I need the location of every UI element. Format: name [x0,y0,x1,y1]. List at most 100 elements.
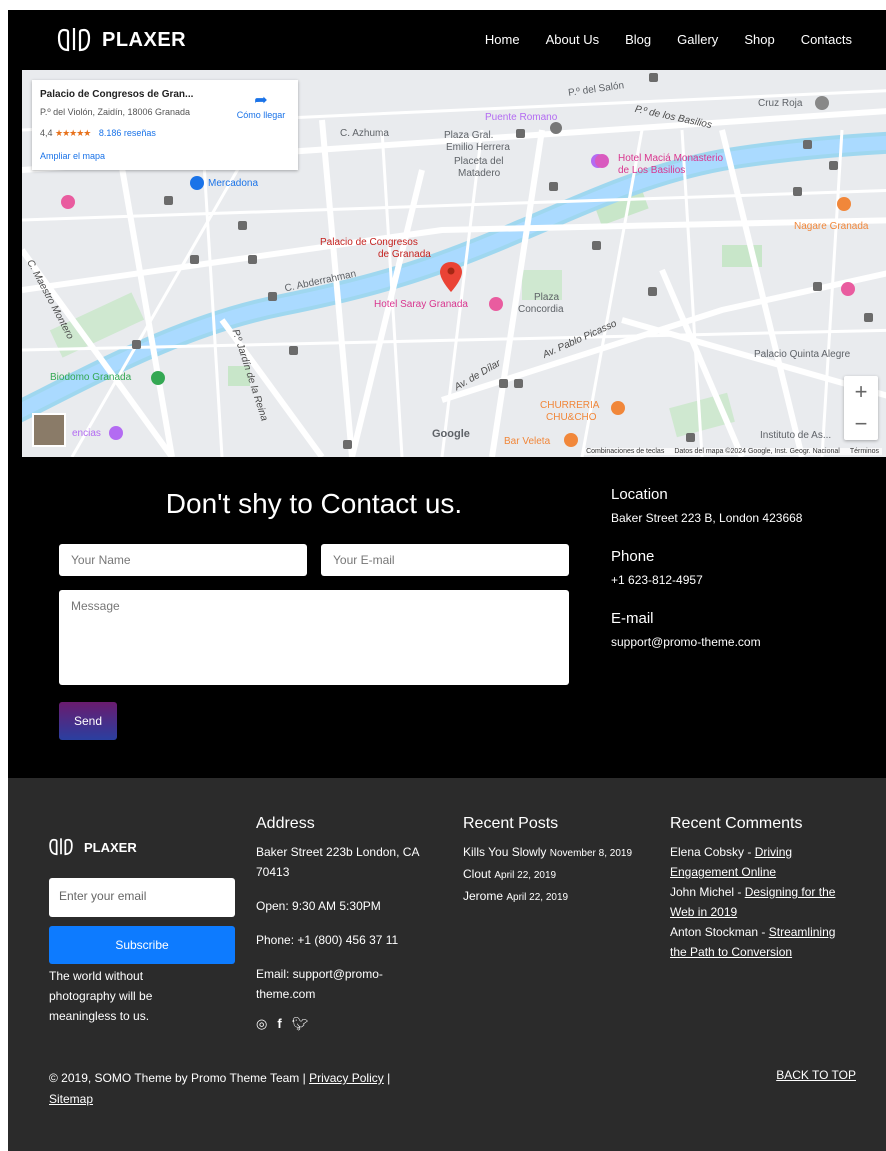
privacy-policy-link[interactable]: Privacy Policy [309,1071,384,1085]
footer-logo[interactable]: PLAXER [48,836,137,858]
twitter-icon[interactable]: 🐦︎ [292,1014,309,1034]
map-label: Plaza [534,292,560,303]
send-button[interactable]: Send [59,702,117,740]
nav-about[interactable]: About Us [546,32,599,47]
subscribe-button[interactable]: Subscribe [49,926,235,964]
zoom-controls: + − [844,376,878,440]
map-label: de Granada [378,249,431,260]
email-input[interactable]: Your E-mail [321,544,569,576]
separator: | [387,1071,391,1085]
recent-posts-heading: Recent Posts [463,815,559,832]
social-links: ◎ f 🐦︎ [256,1014,436,1034]
post-date: April 22, 2019 [506,892,569,903]
map-label: Hotel Saray Granada [374,299,468,310]
rating-stars-icon: ★★★★★ [55,128,91,138]
brand-logo-icon [49,838,73,856]
directions-button[interactable]: ➦ Cómo llegar [230,92,292,120]
nav-gallery[interactable]: Gallery [677,32,718,47]
zoom-in-button[interactable]: + [844,376,878,408]
email-label: E-mail [611,610,654,627]
comment-item: John Michel - Designing for the Web in 2… [670,885,836,919]
map-data-text: Datos del mapa ©2024 Google, Inst. Geogr… [674,448,840,455]
map-label: CHU&CHO [546,412,597,423]
recent-post-item[interactable]: Jerome April 22, 2019 [463,886,643,908]
map-label: Biodomo Granada [50,372,132,383]
place-rating: 4,4 ★★★★★ 8.186 reseñas [40,128,156,139]
map-label: Hotel Maciá Monasterio [618,153,724,164]
post-title[interactable]: Jerome [463,889,503,903]
email-value: support@promo-theme.com [611,635,761,649]
map-label: de Los Basilios [618,165,686,176]
address-column: Address Baker Street 223b London, CA 704… [256,814,436,1034]
copyright: © 2019, SOMO Theme by Promo Theme Team |… [49,1068,479,1110]
comment-author: John Michel [670,885,735,899]
message-textarea[interactable]: Message [59,590,569,685]
comment-item: Elena Cobsky - Driving Engagement Online [670,845,793,879]
nav-contacts[interactable]: Contacts [801,32,852,47]
phone-value: +1 623-812-4957 [611,573,703,587]
recent-posts-column: Recent Posts Kills You Slowly November 8… [463,814,643,908]
zoom-out-button[interactable]: − [844,408,878,440]
map-label: C. Azhuma [340,128,389,139]
phone-label: Phone [611,548,655,565]
map-label: Placeta del [454,156,504,167]
brand-logo-icon [57,28,91,52]
main-nav: Home About Us Blog Gallery Shop Contacts [485,32,852,47]
post-title[interactable]: Clout [463,867,491,881]
post-date: April 22, 2019 [494,870,557,881]
email-info: E-mail support@promo-theme.com [611,610,761,649]
google-map[interactable]: P.º del Salón Cruz Roja Puente Romano P.… [22,70,886,457]
footer-brand: PLAXER [84,839,137,855]
enlarge-map-link[interactable]: Ampliar el mapa [40,151,105,161]
contact-title: Don't shy to Contact us. [165,488,463,519]
facebook-icon[interactable]: f [277,1014,281,1034]
rating-value: 4,4 [40,128,53,138]
instagram-icon[interactable]: ◎ [256,1014,267,1034]
nav-home[interactable]: Home [485,32,520,47]
post-date: November 8, 2019 [549,848,633,859]
satellite-toggle[interactable] [32,413,66,447]
site-logo[interactable]: PLAXER [56,26,186,54]
address-email: Email: support@promo-theme.com [256,967,383,1001]
site-footer: PLAXER Enter your email Subscribe The wo… [8,778,886,1151]
place-address: P.º del Violón, Zaidín, 18006 Granada [40,107,191,117]
comment-author: Anton Stockman [670,925,759,939]
address-street: Baker Street 223b London, CA 70413 [256,845,419,879]
map-label: Cruz Roja [758,98,803,109]
recent-post-item[interactable]: Clout April 22, 2019 [463,864,643,886]
nav-shop[interactable]: Shop [744,32,774,47]
brand-name: PLAXER [102,28,187,51]
comment-item: Anton Stockman - Streamlining the Path t… [670,925,836,959]
recent-post-item[interactable]: Kills You Slowly November 8, 2019 [463,842,643,864]
map-attribution: Combinaciones de teclas Datos del mapa ©… [583,448,882,455]
map-label: Puente Romano [485,112,558,123]
google-logo: Google [432,428,470,440]
directions-label: Cómo llegar [236,110,286,120]
address-phone: Phone: +1 (800) 456 37 11 [256,933,399,947]
newsletter-email-input[interactable]: Enter your email [49,878,235,917]
sitemap-link[interactable]: Sitemap [49,1092,93,1106]
reviews-link[interactable]: 8.186 reseñas [99,128,156,138]
map-label: Concordia [518,304,564,315]
map-label: Plaza Gral. [444,130,494,141]
nav-blog[interactable]: Blog [625,32,651,47]
location-info: Location Baker Street 223 B, London 4236… [611,486,802,525]
page-frame: PLAXER Home About Us Blog Gallery Shop C… [8,10,886,1151]
back-to-top-link[interactable]: BACK TO TOP [776,1068,856,1082]
map-label: encias [72,428,101,439]
map-label: Nagare Granada [794,221,869,232]
address-open: Open: 9:30 AM 5:30PM [256,899,381,913]
map-label: Matadero [458,168,501,179]
comment-author: Elena Cobsky [670,845,745,859]
name-input[interactable]: Your Name [59,544,307,576]
map-label: Emilio Herrera [446,142,510,153]
map-label: Palacio de Congresos [320,237,418,248]
footer-tagline: The world without photography will be me… [49,969,153,1023]
map-label: Instituto de As... [760,430,832,441]
post-title[interactable]: Kills You Slowly [463,845,546,859]
phone-info: Phone +1 623-812-4957 [611,548,703,587]
keyboard-shortcuts-link[interactable]: Combinaciones de teclas [586,448,664,455]
map-label: Bar Veleta [504,436,551,447]
map-label: Palacio Quinta Alegre [754,349,851,360]
terms-link[interactable]: Términos [850,448,879,455]
